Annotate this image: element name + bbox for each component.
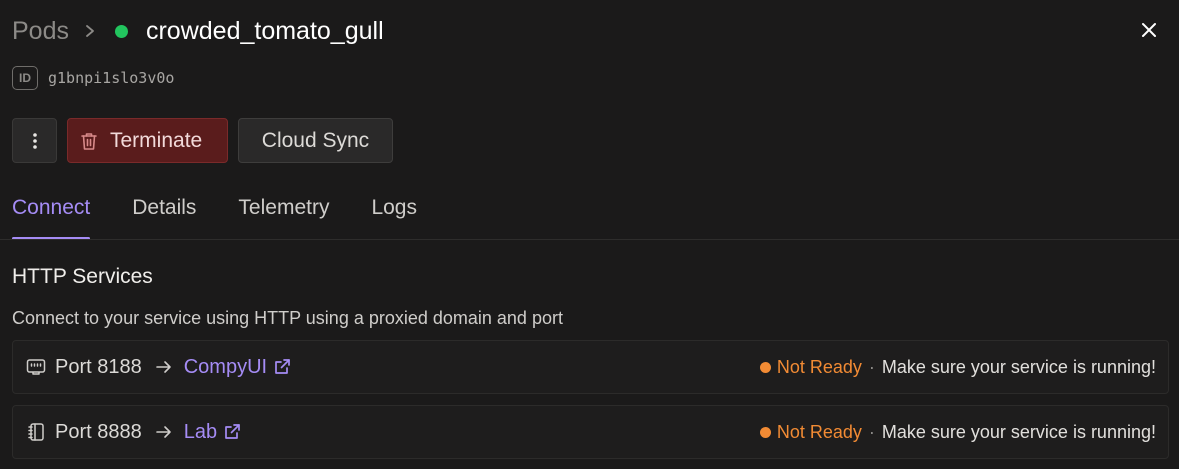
terminate-label: Terminate xyxy=(110,128,203,152)
terminate-button[interactable]: Terminate xyxy=(67,118,228,163)
tab-details[interactable]: Details xyxy=(132,196,196,240)
pod-id-row: ID g1bnpi1slo3v0o xyxy=(12,66,174,90)
tab-logs[interactable]: Logs xyxy=(371,196,417,240)
status-text: Not Ready xyxy=(776,356,862,377)
status-dot xyxy=(759,426,771,438)
service-row: Port 8888 Lab Not Ready · Make sure your… xyxy=(12,405,1169,459)
section-description: Connect to your service using HTTP using… xyxy=(12,308,563,328)
service-status: Not Ready · Make sure your service is ru… xyxy=(759,356,1156,378)
arrow-right-icon xyxy=(155,360,172,374)
tab-telemetry[interactable]: Telemetry xyxy=(238,196,329,240)
port-label: Port 8188 xyxy=(55,355,142,378)
port-label: Port 8888 xyxy=(55,420,142,443)
arrow-right-icon xyxy=(155,425,172,439)
status-separator: · xyxy=(868,356,875,377)
service-row: Port 8188 CompyUI Not Ready · Make sure … xyxy=(12,340,1169,394)
chevron-right-icon xyxy=(83,24,97,38)
service-status: Not Ready · Make sure your service is ru… xyxy=(759,421,1156,443)
external-link-icon xyxy=(273,358,291,376)
notebook-icon xyxy=(25,421,47,443)
action-bar: Terminate Cloud Sync xyxy=(12,118,393,163)
tab-divider xyxy=(0,239,1179,240)
trash-icon xyxy=(80,131,98,151)
ethernet-port-icon xyxy=(25,356,47,378)
service-link-label: CompyUI xyxy=(183,355,268,378)
pod-status-dot xyxy=(114,24,128,38)
status-message: Make sure your service is running! xyxy=(881,421,1156,442)
cloud-sync-button[interactable]: Cloud Sync xyxy=(238,118,393,163)
pod-id[interactable]: g1bnpi1slo3v0o xyxy=(48,69,174,87)
section-title: HTTP Services xyxy=(12,265,153,288)
close-button[interactable] xyxy=(1139,20,1159,40)
service-link-compyui[interactable]: CompyUI xyxy=(184,356,291,379)
breadcrumb-pods-link[interactable]: Pods xyxy=(12,17,69,46)
external-link-icon xyxy=(223,423,241,441)
status-separator: · xyxy=(868,421,875,442)
tab-connect[interactable]: Connect xyxy=(12,196,91,240)
close-icon xyxy=(1142,23,1156,37)
pod-name: crowded_tomato_gull xyxy=(145,16,384,45)
status-dot xyxy=(759,361,771,373)
vertical-dots-icon xyxy=(32,132,37,149)
service-link-label: Lab xyxy=(183,420,218,443)
more-options-button[interactable] xyxy=(12,118,57,163)
id-badge: ID xyxy=(12,66,38,90)
service-link-lab[interactable]: Lab xyxy=(184,421,241,444)
tab-bar: Connect Details Telemetry Logs xyxy=(12,196,459,240)
breadcrumb: Pods crowded_tomato_gull xyxy=(12,14,384,48)
status-text: Not Ready xyxy=(776,421,862,442)
status-message: Make sure your service is running! xyxy=(881,356,1156,377)
